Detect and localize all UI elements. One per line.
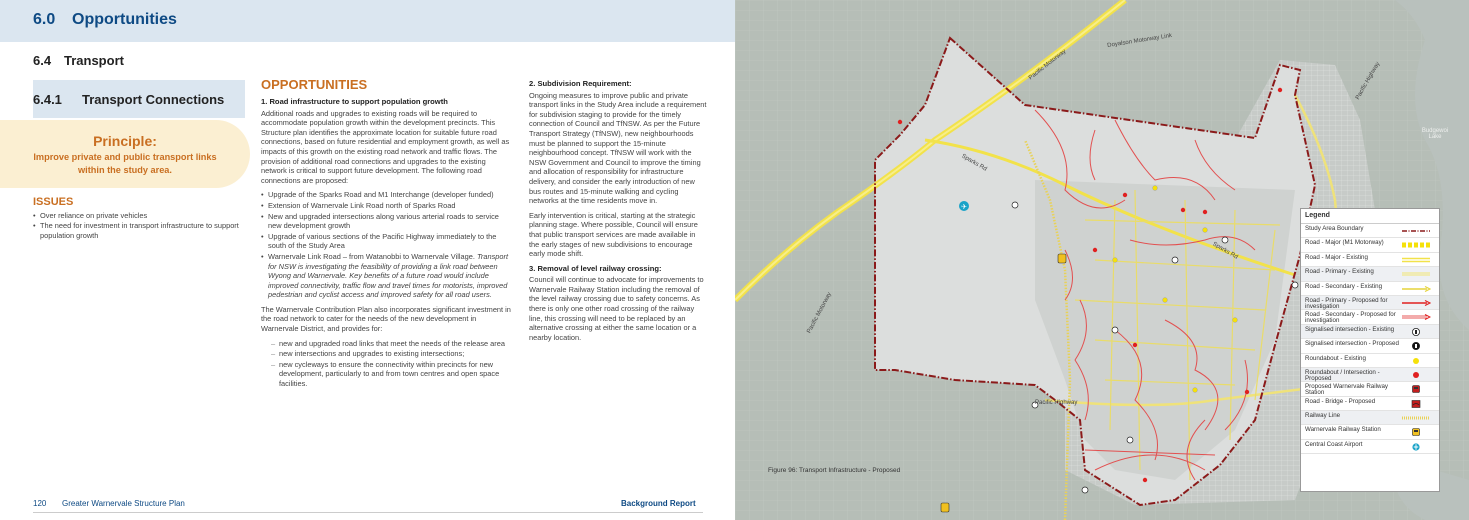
label-budgewoi-lake: Budgewoi Lake	[1421, 128, 1449, 140]
warnervale-station-icon	[1057, 253, 1067, 264]
document-page: 6.0 Opportunities 6.4 Transport 6.4.1 Tr…	[0, 0, 735, 520]
principle-heading: Principle:	[93, 133, 157, 149]
legend-item: Warnervale Railway Station	[1301, 425, 1439, 440]
plane-icon	[1412, 443, 1420, 451]
arrow-line	[1402, 285, 1431, 292]
list-item: new cycleways to ensure the connectivity…	[261, 360, 513, 389]
arrow-line	[1402, 299, 1431, 306]
dot	[1413, 357, 1419, 364]
issues-heading: ISSUES	[33, 196, 74, 208]
station-icon-south	[940, 502, 950, 513]
legend-item: Central Coast Airport	[1301, 440, 1439, 455]
subdivision-paragraph-2: Early intervention is critical, starting…	[529, 210, 698, 259]
signal-icon	[1411, 342, 1420, 351]
signal-icon	[1411, 327, 1420, 336]
legend-item: Road - Bridge - Proposed	[1301, 397, 1439, 412]
dot	[1413, 371, 1419, 378]
principle-text: Improve private and public transport lin…	[33, 152, 217, 175]
list-item: Warnervale Link Road – from Watanobbi to…	[261, 252, 513, 300]
legend-item-label: Road - Primary - Proposed for investigat…	[1305, 296, 1388, 310]
list-item: Extension of Warnervale Link Road north …	[261, 201, 513, 211]
railway-crossing-paragraph: Council will continue to advocate for im…	[529, 275, 704, 342]
legend-item-label: Roundabout - Existing	[1305, 354, 1366, 362]
thin-double-line	[1402, 272, 1430, 276]
double-line	[1402, 257, 1430, 262]
hollow-arrow-line	[1402, 314, 1431, 321]
legend-item: Roundabout - Existing	[1301, 354, 1439, 368]
subsection-title: Transport Connections	[82, 92, 225, 107]
opportunities-column-2: 2. Subdivision Requirement: Ongoing meas…	[529, 79, 707, 347]
subdivision-paragraph-1: Ongoing measures to improve public and p…	[529, 90, 707, 206]
legend-item-label: Road - Major (M1 Motorway)	[1305, 239, 1384, 247]
label-pacific-highway-mid: Pacific Highway	[1035, 400, 1078, 406]
contribution-plan-paragraph: The Warnervale Contribution Plan also in…	[261, 304, 511, 334]
legend-item: Road - Primary - Proposed for investigat…	[1301, 295, 1439, 311]
legend-item: Roundabout / Intersection - Proposed	[1301, 367, 1439, 383]
airport-glyph: ✈	[961, 203, 967, 211]
opportunities-column-1: 1. Road infrastructure to support popula…	[261, 97, 513, 394]
legend-item-label: Road - Major - Existing	[1305, 253, 1368, 261]
bridge-icon	[1411, 399, 1421, 408]
legend-item-label: Warnervale Railway Station	[1305, 426, 1381, 434]
railway-crossing-heading: 3. Removal of level railway crossing:	[529, 263, 662, 273]
legend-item-label: Study Area Boundary	[1305, 225, 1364, 232]
chapter-title: Opportunities	[72, 11, 177, 28]
list-item: Upgrade of the Sparks Road and M1 Interc…	[261, 190, 513, 200]
thick-dashed-line	[1402, 242, 1430, 248]
legend-item-label: Proposed Warnervale Railway Station	[1305, 383, 1388, 397]
list-item: New and upgraded intersections along var…	[261, 212, 513, 231]
map-legend: Legend Study Area Boundary Road - Major (…	[1300, 208, 1440, 492]
road-infrastructure-paragraph: Additional roads and upgrades to existin…	[261, 108, 510, 185]
opportunities-heading: OPPORTUNITIES	[261, 77, 368, 92]
road-connections-list: Upgrade of the Sparks Road and M1 Interc…	[261, 190, 513, 300]
subsection-number: 6.4.1	[33, 92, 62, 107]
footer-rule	[33, 512, 703, 513]
list-item: new intersections and upgrades to existi…	[261, 349, 513, 359]
legend-item: Signalised intersection - Proposed	[1301, 339, 1439, 354]
legend-item-label: Central Coast Airport	[1305, 440, 1363, 448]
footer-report: Background Report	[621, 499, 696, 508]
legend-item-label: Road - Secondary - Existing	[1305, 282, 1383, 290]
section-number: 6.4	[33, 53, 52, 68]
footer-title: Greater Warnervale Structure Plan	[62, 499, 185, 508]
train-icon	[1412, 428, 1420, 437]
legend-item-label: Railway Line	[1305, 412, 1341, 420]
issues-list: Over reliance on private vehicles The ne…	[33, 211, 253, 241]
issue-item: The need for investment in transport inf…	[33, 221, 253, 241]
section-title: Transport	[64, 53, 124, 68]
legend-item: Road - Major (M1 Motorway)	[1301, 238, 1439, 253]
legend-item: Signalised intersection - Existing	[1301, 324, 1439, 340]
legend-item-label: Road - Primary - Existing	[1305, 268, 1374, 276]
contribution-list: new and upgraded road links that meet th…	[261, 339, 513, 389]
legend-item: Proposed Warnervale Railway Station	[1301, 382, 1439, 397]
legend-item: Study Area Boundary	[1301, 224, 1439, 239]
legend-item: Road - Secondary - Existing	[1301, 282, 1439, 296]
legend-item-label: Signalised intersection - Proposed	[1305, 340, 1399, 348]
legend-item: Railway Line	[1301, 411, 1439, 426]
legend-item-label: Signalised intersection - Existing	[1305, 325, 1395, 333]
train-icon	[1412, 385, 1420, 394]
figure-caption: Figure 96: Transport Infrastructure - Pr…	[768, 467, 901, 474]
list-item: new and upgraded road links that meet th…	[261, 339, 513, 349]
legend-title: Legend	[1301, 209, 1439, 224]
legend-item-label: Road - Secondary - Proposed for investig…	[1305, 311, 1396, 325]
rail-line	[1402, 416, 1430, 420]
legend-item-label: Road - Bridge - Proposed	[1305, 397, 1376, 405]
road-infrastructure-heading: 1. Road infrastructure to support popula…	[261, 97, 448, 106]
chapter-number: 6.0	[33, 11, 56, 28]
issue-item: Over reliance on private vehicles	[33, 211, 253, 221]
legend-item-label: Roundabout / Intersection - Proposed	[1305, 368, 1380, 382]
legend-item: Road - Primary - Existing	[1301, 267, 1439, 282]
link-road-lead: Warnervale Link Road – from Watanobbi to…	[268, 251, 477, 261]
legend-rows: Study Area Boundary Road - Major (M1 Moto…	[1301, 224, 1439, 455]
dash-dot-line	[1402, 230, 1430, 232]
legend-item: Road - Secondary - Proposed for investig…	[1301, 310, 1439, 325]
page-number: 120	[33, 499, 47, 508]
legend-item: Road - Major - Existing	[1301, 253, 1439, 268]
subdivision-heading: 2. Subdivision Requirement:	[529, 79, 632, 88]
list-item: Upgrade of various sections of the Pacif…	[261, 232, 513, 251]
transport-map: ✈ Pacific Motorway Doyalson Motorway Lin…	[735, 0, 1469, 520]
